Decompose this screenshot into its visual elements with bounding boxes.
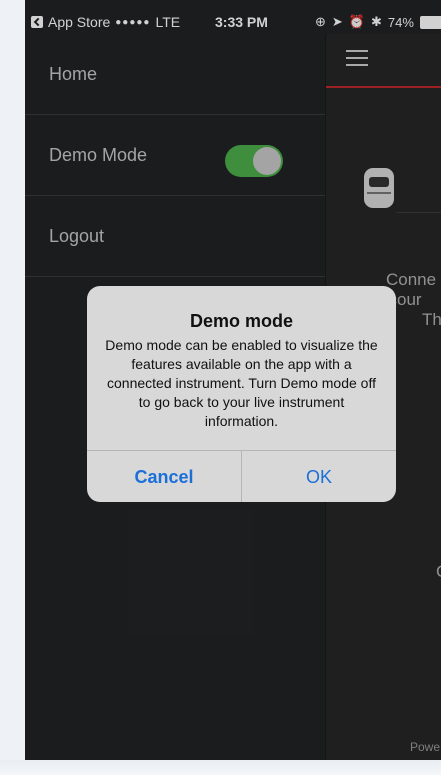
cancel-button[interactable]: Cancel: [87, 451, 242, 502]
alert-message: Demo mode can be enabled to visualize th…: [105, 337, 378, 429]
alert-buttons: Cancel OK: [87, 450, 396, 502]
demo-mode-alert: Demo mode Demo mode can be enabled to vi…: [87, 286, 396, 502]
alert-title: Demo mode: [189, 311, 294, 331]
bottom-strip: [0, 760, 441, 775]
ok-button[interactable]: OK: [242, 451, 396, 502]
